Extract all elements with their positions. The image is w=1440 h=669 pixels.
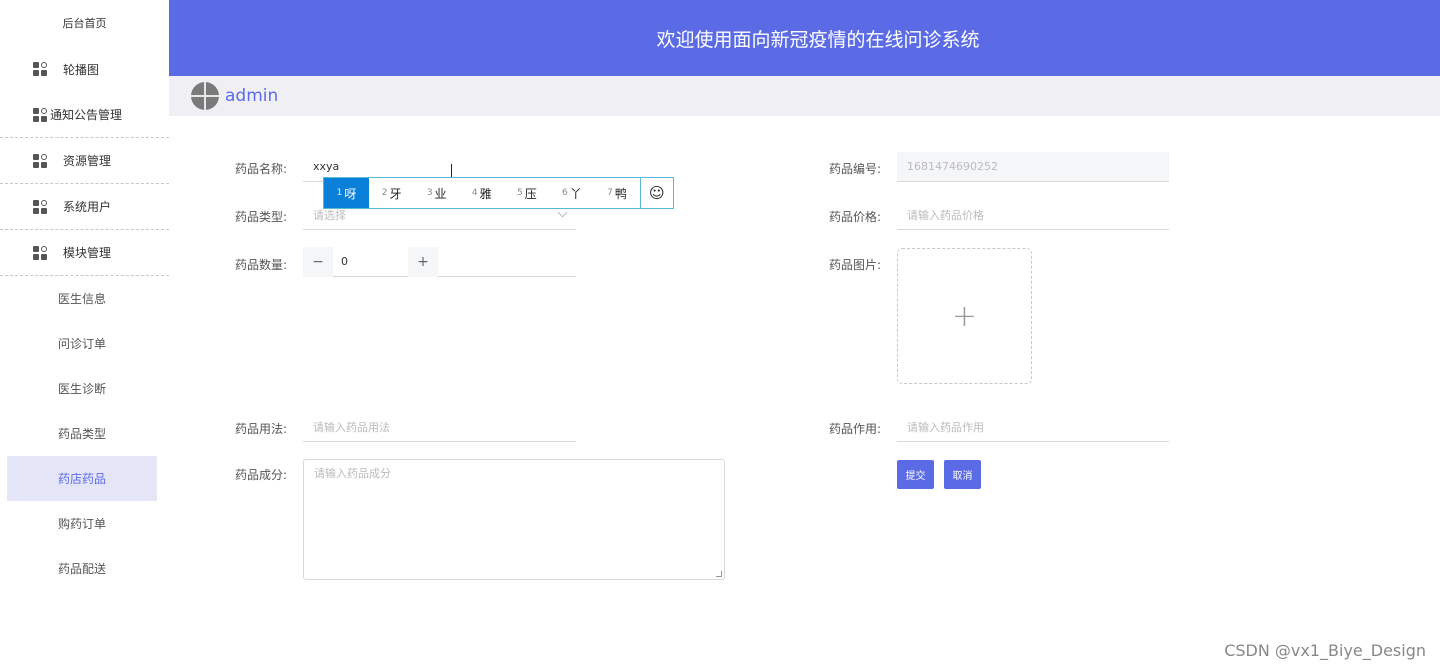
ime-candidate-number: 3 <box>426 188 433 198</box>
emoji-icon[interactable]: ☺ <box>639 178 673 208</box>
sidebar-group-label: 模块管理 <box>63 246 112 260</box>
cancel-button[interactable]: 取消 <box>944 460 981 489</box>
decrement-button[interactable]: − <box>303 246 333 277</box>
image-upload-box[interactable]: + <box>897 248 1032 384</box>
sidebar-item-consult-orders[interactable]: 问诊订单 <box>7 321 157 366</box>
ime-candidate-number: 4 <box>471 188 478 198</box>
ime-candidate-number: 1 <box>336 188 343 198</box>
page-title: 欢迎使用面向新冠疫情的在线问诊系统 <box>656 28 980 51</box>
ime-candidate-text: 业 <box>434 186 447 201</box>
drug-effect-label: 药品作用: <box>828 422 881 436</box>
sidebar-item-diagnosis[interactable]: 医生诊断 <box>7 366 157 411</box>
sidebar-group-notice[interactable]: 通知公告管理 <box>0 92 169 138</box>
sidebar-item-doctors[interactable]: 医生信息 <box>7 276 157 321</box>
increment-button[interactable]: + <box>408 246 438 277</box>
ime-candidate[interactable]: 5压 <box>504 178 549 208</box>
ime-candidate-text: 压 <box>524 186 537 201</box>
chevron-down-icon <box>557 207 568 218</box>
drug-ingredients-placeholder: 请输入药品成分 <box>314 467 391 480</box>
drug-price-input[interactable]: 请输入药品价格 <box>897 200 1169 230</box>
avatar[interactable] <box>191 82 219 110</box>
sidebar-group-label: 轮播图 <box>63 62 100 77</box>
ime-candidate-number: 6 <box>562 188 568 198</box>
text-cursor-icon <box>451 164 453 177</box>
drug-usage-label: 药品用法: <box>234 422 287 436</box>
sidebar: 后台首页 轮播图 通知公告管理 资源管理 系统用户 模块管理 医生信息 问诊订单… <box>0 0 169 669</box>
resize-grip-icon[interactable] <box>716 571 722 577</box>
sidebar-group-carousel[interactable]: 轮播图 <box>0 46 169 92</box>
drug-ingredients-label: 药品成分: <box>234 468 287 482</box>
username[interactable]: admin <box>225 86 278 106</box>
grid-icon <box>33 245 47 260</box>
ime-candidate[interactable]: 1呀 <box>324 178 370 208</box>
user-bar: admin <box>169 76 1440 116</box>
quantity-value[interactable]: 0 <box>333 255 408 268</box>
grid-icon <box>33 62 47 76</box>
sidebar-item-pharmacy-drugs[interactable]: 药店药品 <box>7 456 157 501</box>
drug-code-label: 药品编号: <box>828 162 881 176</box>
top-header: 欢迎使用面向新冠疫情的在线问诊系统 <box>169 0 1440 76</box>
drug-ingredients-textarea[interactable]: 请输入药品成分 <box>303 459 725 580</box>
ime-candidate[interactable]: 7鸭 <box>594 178 639 208</box>
ime-candidate-number: 2 <box>381 188 388 198</box>
drug-price-label: 药品价格: <box>828 210 881 224</box>
ime-candidate[interactable]: 2牙 <box>369 178 414 208</box>
sidebar-item-drug-types[interactable]: 药品类型 <box>7 411 157 456</box>
sidebar-item-purchase-orders[interactable]: 购药订单 <box>7 501 157 546</box>
sidebar-group-label: 资源管理 <box>63 154 112 168</box>
drug-quantity-label: 药品数量: <box>234 258 287 272</box>
ime-candidate-text: 鸭 <box>614 186 627 201</box>
drug-usage-input[interactable]: 请输入药品用法 <box>303 412 576 442</box>
drug-effect-input[interactable]: 请输入药品作用 <box>897 412 1169 442</box>
sidebar-group-label: 系统用户 <box>63 200 112 214</box>
submit-button[interactable]: 提交 <box>897 460 934 489</box>
drug-code-value: 1681474690252 <box>907 160 998 173</box>
sidebar-group-system-users[interactable]: 系统用户 <box>0 184 169 230</box>
drug-effect-placeholder: 请输入药品作用 <box>907 420 984 434</box>
ime-candidate-window: 1呀 2牙 3业 4雅 5压 6丫 7鸭 ☺ <box>323 177 674 209</box>
ime-candidate[interactable]: 4雅 <box>459 178 504 208</box>
ime-candidate[interactable]: 3业 <box>414 178 459 208</box>
sidebar-home-link[interactable]: 后台首页 <box>0 0 169 46</box>
drug-name-value: xxya <box>313 160 340 173</box>
ime-candidate-number: 5 <box>516 188 523 198</box>
sidebar-group-modules[interactable]: 模块管理 <box>0 230 169 276</box>
ime-candidate-number: 7 <box>607 188 613 198</box>
watermark: CSDN @vx1_Biye_Design <box>1224 641 1426 660</box>
grid-icon <box>33 107 47 122</box>
ime-candidate-text: 雅 <box>479 186 492 201</box>
ime-candidate-text: 牙 <box>389 186 402 201</box>
plus-icon: + <box>951 298 978 334</box>
ime-candidate-text: 呀 <box>344 186 357 201</box>
sidebar-group-resources[interactable]: 资源管理 <box>0 138 169 184</box>
ime-candidate[interactable]: 6丫 <box>549 178 594 208</box>
grid-icon <box>33 153 47 168</box>
grid-icon <box>33 199 47 214</box>
quantity-stepper: − 0 + <box>303 246 576 277</box>
drug-code-input: 1681474690252 <box>897 152 1169 182</box>
drug-image-label: 药品图片: <box>828 258 881 272</box>
ime-candidate-text: 丫 <box>569 186 582 201</box>
drug-name-label: 药品名称: <box>234 162 287 176</box>
drug-price-placeholder: 请输入药品价格 <box>907 208 984 222</box>
drug-type-label: 药品类型: <box>234 210 287 224</box>
sidebar-group-label: 通知公告管理 <box>50 108 123 122</box>
drug-usage-placeholder: 请输入药品用法 <box>313 420 390 434</box>
sidebar-item-delivery[interactable]: 药品配送 <box>7 546 157 591</box>
